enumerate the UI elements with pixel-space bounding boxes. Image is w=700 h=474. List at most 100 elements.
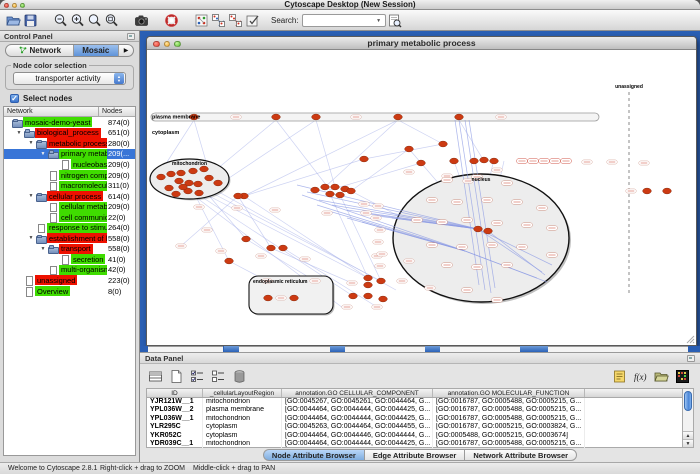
zoom-button[interactable] [20, 3, 25, 8]
app-title: Cytoscape Desktop (New Session) [284, 0, 415, 9]
tab-overflow-button[interactable]: ▶ [119, 45, 133, 56]
unselect-columns-icon[interactable] [209, 367, 228, 385]
tab-network[interactable]: Network [6, 45, 74, 56]
table-cell: mitochondrion [203, 415, 282, 423]
table-row[interactable]: YPL036W__2plasma membrane[GO:0044464, GO… [147, 406, 682, 414]
zoom-selected-icon[interactable] [86, 12, 103, 29]
tree-item-count: 651(0) [108, 128, 130, 137]
expand-arrow-icon[interactable]: ▼ [26, 235, 36, 241]
tree-item[interactable]: Overview8(0) [4, 286, 135, 297]
expand-arrow-icon[interactable]: ▼ [14, 130, 24, 136]
function-icon[interactable]: f(x) [631, 367, 650, 385]
tree-item[interactable]: ▼biological_process651(0) [4, 128, 135, 139]
tree-item-label: nitrogen compo [59, 170, 107, 180]
data-panel-header: Data Panel [140, 353, 700, 364]
delete-icon[interactable] [230, 367, 249, 385]
table-row[interactable]: YJR121W__1mitochondrion[GO:0045267, GO:0… [147, 398, 682, 406]
annotation-icon[interactable] [244, 12, 261, 29]
tree-item[interactable]: multi-organism pro42(0) [4, 265, 135, 276]
tree-item[interactable]: ▼primary metabo209(... [4, 149, 135, 160]
tab-mosaic[interactable]: Mosaic [74, 45, 119, 56]
tree-item[interactable]: ▼establishment of lo558(0) [4, 233, 135, 244]
column-header[interactable]: _cellularLayoutRegion [203, 389, 282, 397]
tree-item[interactable]: ▼transport558(0) [4, 244, 135, 255]
network-blue-icon[interactable] [210, 12, 227, 29]
node-color-dropdown[interactable]: transporter activity ▲▼ [13, 72, 126, 85]
scrollbar-thumb[interactable] [684, 391, 692, 411]
tree-item[interactable]: mosaic-demo-yeast874(0) [4, 117, 135, 128]
tree-item-count: 209(0) [108, 160, 130, 169]
tree-column-nodes[interactable]: Nodes [99, 107, 135, 116]
tree-item[interactable]: response to stimul264(0) [4, 222, 135, 233]
zoom-in-icon[interactable] [69, 12, 86, 29]
column-header[interactable]: annotation.GO MOLECULAR_FUNCTION [433, 389, 585, 397]
open-folder-icon[interactable] [5, 12, 22, 29]
tab-network-attribute-browser[interactable]: Network Attribute Browser [464, 449, 577, 461]
camera-icon[interactable] [133, 12, 150, 29]
network-minimize-button[interactable] [164, 41, 171, 48]
tree-item[interactable]: cell communicat22(0) [4, 212, 135, 223]
column-header[interactable]: ID [147, 389, 203, 397]
birdseye-icon[interactable] [193, 12, 210, 29]
tab-edge-attribute-browser[interactable]: Edge Attribute Browser [364, 449, 464, 461]
table-scrollbar[interactable]: ▲ ▼ [682, 389, 693, 447]
minimize-button[interactable] [12, 3, 17, 8]
tree-item[interactable]: ▼cellular process614(0) [4, 191, 135, 202]
tree-item[interactable]: secretion41(0) [4, 254, 135, 265]
expand-arrow-icon[interactable]: ▼ [26, 193, 36, 199]
import-folder-icon[interactable] [652, 367, 671, 385]
table-icon[interactable] [146, 367, 165, 385]
search-input[interactable]: ▼ [302, 14, 386, 27]
zoom-fit-icon[interactable] [103, 12, 120, 29]
select-nodes-checkbox[interactable]: ✓ [10, 94, 19, 103]
new-document-icon[interactable] [167, 367, 186, 385]
scroll-down-button[interactable]: ▼ [683, 439, 693, 447]
tree-item-count: 42(0) [108, 265, 126, 274]
expand-arrow-icon[interactable]: ▼ [38, 246, 48, 252]
table-row[interactable]: YDR039C__1mitochondrion[GO:0044464, GO:0… [147, 440, 682, 448]
folder-icon [48, 244, 58, 253]
scroll-up-button[interactable]: ▲ [683, 431, 693, 439]
select-columns-icon[interactable] [188, 367, 207, 385]
data-panel-toolbar: f(x) [140, 364, 700, 388]
tree-item[interactable]: nitrogen compo209(0) [4, 170, 135, 181]
tree-column-network[interactable]: Network [4, 107, 99, 116]
tab-node-attribute-browser[interactable]: Node Attribute Browser [263, 449, 364, 461]
table-row[interactable]: YKR052Ccytoplasm[GO:0044464, GO:0044446,… [147, 432, 682, 440]
data-panel-float-icon[interactable] [687, 355, 695, 362]
tree-item-label: macromolecule [59, 181, 107, 191]
expand-arrow-icon[interactable]: ▼ [26, 140, 36, 146]
table-row[interactable]: YLR295Ccytoplasm[GO:0045263, GO:0044464,… [147, 423, 682, 431]
float-panel-icon[interactable] [127, 33, 135, 40]
tree-item-count: 41(0) [108, 255, 126, 264]
close-button[interactable] [4, 3, 9, 8]
tree-item[interactable]: ▼metabolic process280(0) [4, 138, 135, 149]
zoom-out-icon[interactable] [52, 12, 69, 29]
search-dropdown-arrow-icon[interactable]: ▼ [374, 17, 384, 25]
tree-item[interactable]: macromolecule311(0) [4, 180, 135, 191]
matrix-icon[interactable] [673, 367, 692, 385]
tree-item[interactable]: nucleobase-209(0) [4, 159, 135, 170]
network-zoom-button[interactable] [174, 41, 181, 48]
help-ring-icon[interactable] [163, 12, 180, 29]
folder-icon [36, 192, 46, 201]
svg-text:f(x): f(x) [634, 372, 647, 382]
table-row[interactable]: YPL036W__1mitochondrion[GO:0044464, GO:0… [147, 415, 682, 423]
vizmapper-icon[interactable] [386, 12, 403, 29]
table-cell: [GO:0044464, GO:0044444, GO:0044425, G..… [282, 440, 433, 448]
app-titlebar[interactable]: Cytoscape Desktop (New Session) [0, 0, 700, 10]
network-red-icon[interactable] [227, 12, 244, 29]
tree-item-label: primary metabo [59, 149, 107, 159]
network-canvas[interactable]: plasma membranecytoplasmmitochondrionnuc… [147, 50, 696, 345]
save-icon[interactable] [22, 12, 39, 29]
tree-item[interactable]: cellular metabol209(0) [4, 201, 135, 212]
table-cell: [GO:0016787, GO:0005488, GO:0005215, G..… [433, 440, 585, 448]
network-close-button[interactable] [153, 41, 160, 48]
notes-icon[interactable] [610, 367, 629, 385]
search-label: Search: [271, 16, 299, 25]
tree-item[interactable]: unassigned223(0) [4, 275, 135, 286]
file-icon [60, 255, 70, 264]
network-window-titlebar[interactable]: primary metabolic process [147, 37, 696, 50]
expand-arrow-icon[interactable]: ▼ [38, 151, 48, 157]
column-header[interactable]: annotation.GO CELLULAR_COMPONENT [282, 389, 433, 397]
